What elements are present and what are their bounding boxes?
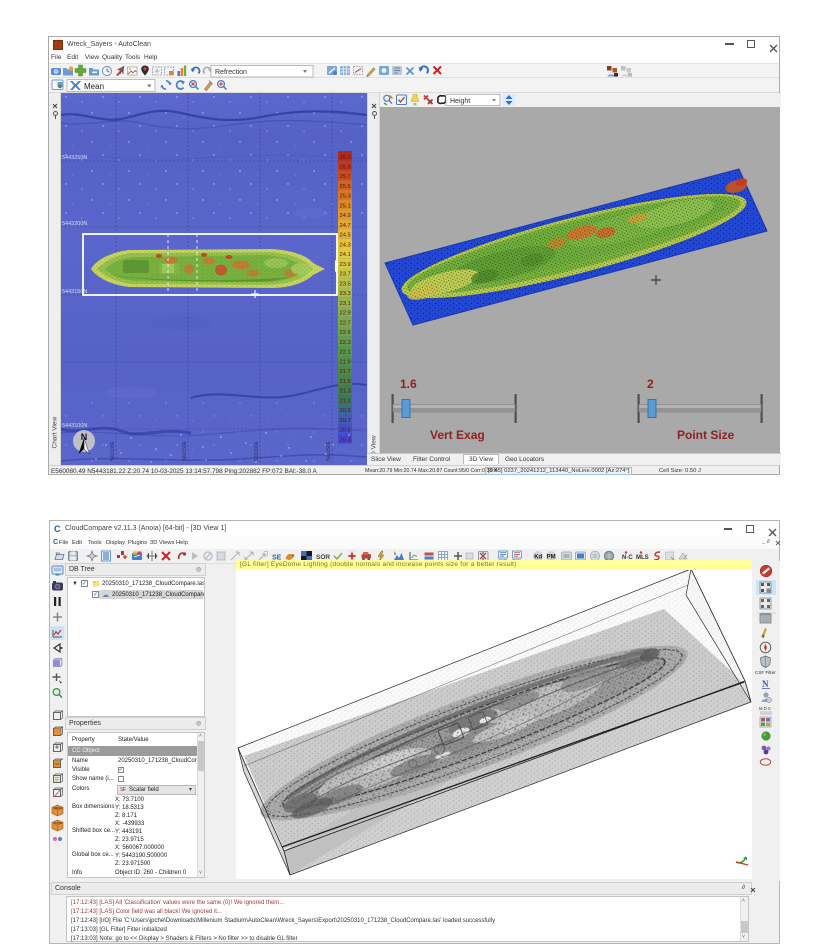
- svg-text:560200E: 560200E: [254, 440, 260, 461]
- svg-text:k: k: [394, 551, 397, 556]
- svg-text:22.1: 22.1: [340, 350, 351, 356]
- svg-text:Height: Height: [450, 98, 470, 105]
- svg-text:560100E: 560100E: [110, 440, 116, 461]
- svg-text:21.9: 21.9: [340, 359, 351, 365]
- svg-text:25.7: 25.7: [340, 174, 351, 180]
- svg-text:25.9: 25.9: [340, 164, 351, 170]
- svg-text:Mean: Mean: [84, 82, 104, 91]
- svg-text:22.7: 22.7: [340, 320, 351, 326]
- svg-text:23.5: 23.5: [340, 281, 351, 287]
- svg-text:20.3: 20.3: [340, 437, 351, 443]
- svg-text:1.6: 1.6: [400, 377, 417, 391]
- svg-text:24.9: 24.9: [340, 213, 351, 219]
- svg-text:20.5: 20.5: [340, 428, 351, 434]
- svg-text:21.5: 21.5: [340, 379, 351, 385]
- svg-text:Vert Exag: Vert Exag: [430, 428, 485, 442]
- svg-text:21.1: 21.1: [340, 398, 351, 404]
- svg-text:MESH: MESH: [54, 806, 63, 810]
- svg-text:Point Size: Point Size: [677, 428, 735, 442]
- svg-text:24.1: 24.1: [340, 252, 351, 258]
- svg-text:22.3: 22.3: [340, 340, 351, 346]
- svg-text:560250E: 560250E: [326, 440, 332, 461]
- svg-text:22.5: 22.5: [340, 330, 351, 336]
- svg-text:CSF Filter: CSF Filter: [755, 670, 776, 675]
- svg-text:23.9: 23.9: [340, 262, 351, 268]
- svg-text:24.7: 24.7: [340, 223, 351, 229]
- svg-text:25.1: 25.1: [340, 203, 351, 209]
- svg-text:25.5: 25.5: [340, 184, 351, 190]
- svg-text:5443250N: 5443250N: [62, 155, 87, 161]
- svg-text:23.1: 23.1: [340, 301, 351, 307]
- svg-text:24.5: 24.5: [340, 233, 351, 239]
- svg-text:26.1: 26.1: [340, 155, 351, 161]
- svg-text:560150E: 560150E: [182, 440, 188, 461]
- svg-text:M.D.S: M.D.S: [759, 706, 771, 711]
- svg-text:N: N: [762, 679, 769, 689]
- svg-text:20.9: 20.9: [340, 408, 351, 414]
- svg-text:2: 2: [647, 377, 654, 391]
- svg-text:5443100N: 5443100N: [62, 423, 87, 429]
- svg-text:23.7: 23.7: [340, 272, 351, 278]
- svg-text:5443200N: 5443200N: [62, 221, 87, 227]
- svg-text:22.9: 22.9: [340, 311, 351, 317]
- svg-text:Refrection: Refrection: [215, 69, 247, 76]
- svg-text:21.3: 21.3: [340, 389, 351, 395]
- svg-text:23.3: 23.3: [340, 291, 351, 297]
- svg-text:24.3: 24.3: [340, 242, 351, 248]
- svg-text:DATA: DATA: [54, 821, 63, 825]
- svg-text:21.7: 21.7: [340, 369, 351, 375]
- svg-text:20.7: 20.7: [340, 418, 351, 424]
- svg-text:25.3: 25.3: [340, 194, 351, 200]
